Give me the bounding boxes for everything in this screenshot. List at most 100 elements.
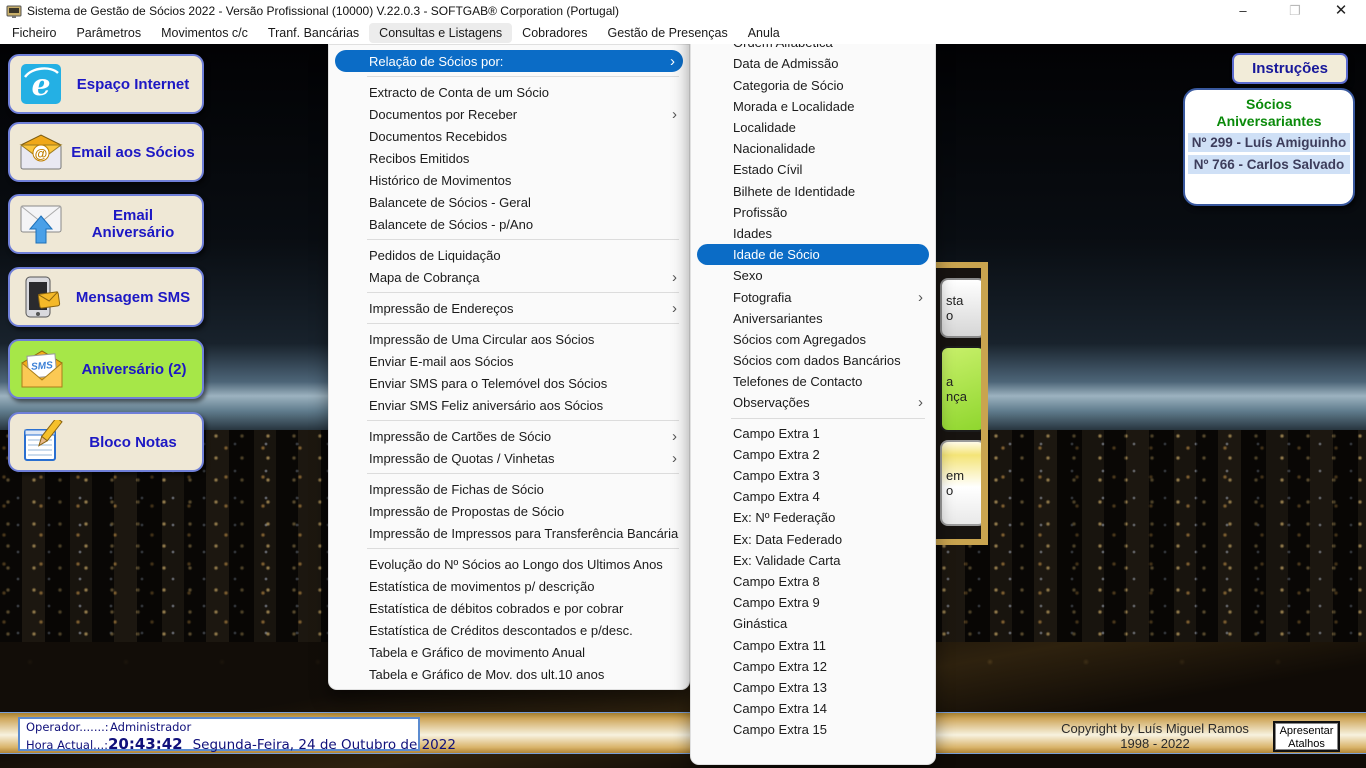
menu-item[interactable]: Data de Admissão › [691,53,935,74]
menu-separator [367,420,679,421]
menu-item[interactable]: Balancete de Sócios - Geral › [329,191,689,213]
aniversario-button[interactable]: SMS Aniversário (2) [8,339,204,399]
menu-item[interactable]: Ex: Data Federado › [691,529,935,550]
close-button[interactable]: ✕ [1324,0,1358,22]
menu-item[interactable]: Localidade › [691,117,935,138]
menu-item[interactable]: Aniversariantes › [691,308,935,329]
phone-sms-icon [18,275,64,319]
menubar-item[interactable]: Consultas e Listagens [369,23,512,43]
apresentar-atalhos-button[interactable]: Apresentar Atalhos [1273,721,1340,752]
menu-item[interactable]: Relação de Sócios por: › [335,50,683,72]
sidebar-button-label: Espaço Internet [70,76,196,93]
bloco-notas-button[interactable]: Bloco Notas [8,412,204,472]
menubar-item[interactable]: Cobradores [512,22,597,44]
mensagem-sms-button[interactable]: Mensagem SMS [8,267,204,327]
menubar-item[interactable]: Anula [738,22,790,44]
menu-item[interactable]: Enviar SMS Feliz aniversário aos Sócios … [329,394,689,416]
menu-item[interactable]: Recibos Emitidos › [329,147,689,169]
menubar-item[interactable]: Tranf. Bancárias [258,22,369,44]
menu-item[interactable]: Impressão de Fichas de Sócio › [329,478,689,500]
email-socios-button[interactable]: @ Email aos Sócios [8,122,204,182]
menu-separator [367,473,679,474]
menu-item[interactable]: Campo Extra 8 › [691,571,935,592]
menu-item[interactable]: Bilhete de Identidade › [691,181,935,202]
menu-item[interactable]: Sócios com dados Bancários › [691,350,935,371]
menu-item[interactable]: Ex: Nº Federação › [691,507,935,528]
menu-separator [367,239,679,240]
email-at-icon: @ [18,133,64,171]
menu-item[interactable]: Telefones de Contacto › [691,371,935,392]
maximize-button[interactable]: ❐ [1278,0,1312,22]
sidebar-button-label: Email Aniversário [70,207,196,241]
menu-item[interactable]: Idades › [691,223,935,244]
menu-item[interactable]: Histórico de Movimentos › [329,169,689,191]
birthdays-panel: Sócios Aniversariantes Nº 299 - Luís Ami… [1183,88,1355,206]
menu-item[interactable]: Tabela e Gráfico de Mov. dos ult.10 anos… [329,663,689,685]
menu-item[interactable]: Impressão de Cartões de Sócio › [329,425,689,447]
menu-item[interactable]: Pedidos de Liquidação › [329,244,689,266]
title-bar: Sistema de Gestão de Sócios 2022 - Versã… [0,0,1366,22]
menu-item[interactable]: Categoria de Sócio › [691,75,935,96]
menu-item[interactable]: Estatística de movimentos p/ descrição › [329,575,689,597]
menu-item[interactable]: Campo Extra 12 › [691,656,935,677]
covered-panel-button[interactable]: stao [940,278,986,338]
menu-item[interactable]: Impressão de Endereços › [329,297,689,319]
date-value: Segunda-Feira, 24 de Outubro de 2022 [193,737,456,753]
menu-item[interactable]: Campo Extra 1 › [691,423,935,444]
menu-item[interactable]: Campo Extra 3 › [691,465,935,486]
menu-item[interactable]: Estatística de débitos cobrados e por co… [329,597,689,619]
birthday-row[interactable]: Nº 299 - Luís Amiguinho [1188,133,1350,152]
sidebar-button-label: Bloco Notas [70,434,196,451]
menu-item[interactable]: Campo Extra 13 › [691,677,935,698]
covered-panel-button[interactable]: emo [940,440,986,526]
menu-item[interactable]: Impressão de Uma Circular aos Sócios › [329,328,689,350]
birthday-row[interactable]: Nº 766 - Carlos Salvado [1188,155,1350,174]
menubar-item[interactable]: Ficheiro [2,22,66,44]
menu-item[interactable]: Campo Extra 4 › [691,486,935,507]
menu-item[interactable]: Extracto de Conta de um Sócio › [329,81,689,103]
menu-item[interactable]: Estatística de Créditos descontados e p/… [329,619,689,641]
menu-item[interactable]: Impressão de Propostas de Sócio › [329,500,689,522]
menu-item[interactable]: Nacionalidade › [691,138,935,159]
menu-item[interactable]: Sexo › [691,265,935,286]
menu-item[interactable]: Campo Extra 15 › [691,719,935,740]
menu-item[interactable]: Estado Cívil › [691,159,935,180]
covered-panel-button[interactable]: ança [940,346,986,432]
menu-item[interactable]: Idade de Sócio › [697,244,929,265]
menu-item[interactable]: Documentos Recebidos › [329,125,689,147]
menubar-item[interactable]: Gestão de Presenças [598,22,738,44]
submenu-arrow-icon: › [672,451,677,466]
menu-item[interactable]: Enviar E-mail aos Sócios › [329,350,689,372]
menu-item[interactable]: Campo Extra 11 › [691,634,935,655]
menu-item[interactable]: Mapa de Cobrança › [329,266,689,288]
menu-item[interactable]: Impressão de Quotas / Vinhetas › [329,447,689,469]
relacao-socios-submenu: Ordem Numérica › Ordem Alfabética › Data… [690,5,936,765]
sms-envelope-icon: SMS [18,349,66,389]
menu-item[interactable]: Tabela e Gráfico de movimento Anual › [329,641,689,663]
menu-item[interactable]: Enviar SMS para o Telemóvel dos Sócios › [329,372,689,394]
menu-item[interactable]: Evolução do Nº Sócios ao Longo dos Ultim… [329,553,689,575]
submenu-arrow-icon: › [918,395,923,410]
menu-item[interactable]: Campo Extra 9 › [691,592,935,613]
menu-item[interactable]: Campo Extra 2 › [691,444,935,465]
birthdays-title: Sócios [1185,96,1353,113]
menu-item[interactable]: Impressão de Impressos para Transferênci… [329,522,689,544]
menu-item[interactable]: Balancete de Sócios - p/Ano › [329,213,689,235]
menu-item[interactable]: Observações › [691,392,935,413]
menubar-item[interactable]: Parâmetros [66,22,151,44]
menu-item[interactable]: Documentos por Receber › [329,103,689,125]
menu-item[interactable]: Profissão › [691,202,935,223]
menu-item[interactable]: Sócios com Agregados › [691,329,935,350]
email-aniversario-button[interactable]: Email Aniversário [8,194,204,254]
minimize-button[interactable]: – [1226,0,1260,22]
espaco-internet-button[interactable]: e Espaço Internet [8,54,204,114]
menu-item[interactable]: Campo Extra 14 › [691,698,935,719]
menubar-item[interactable]: Movimentos c/c [151,22,258,44]
menu-item[interactable]: Ginástica › [691,613,935,634]
email-arrow-icon [18,203,64,245]
submenu-arrow-icon: › [918,290,923,305]
menu-item[interactable]: Ex: Validade Carta › [691,550,935,571]
instrucoes-button[interactable]: Instruções [1232,53,1348,84]
menu-item[interactable]: Morada e Localidade › [691,96,935,117]
menu-item[interactable]: Fotografia › [691,286,935,307]
